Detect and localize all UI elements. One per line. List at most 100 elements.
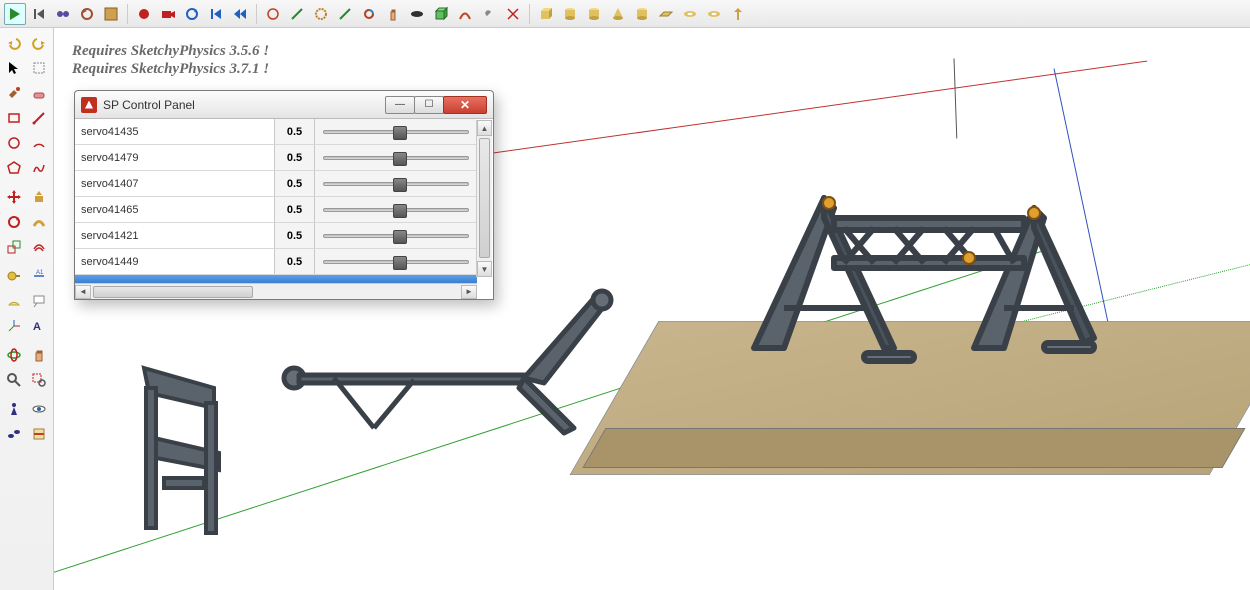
app-icon	[81, 97, 97, 113]
sp-control-panel-window[interactable]: SP Control Panel — ☐ ✕ servo41435 0.5 se…	[74, 90, 494, 300]
servo-name[interactable]: servo41435	[75, 119, 275, 144]
zoomwin-icon[interactable]	[27, 367, 52, 392]
play-icon[interactable]	[4, 3, 26, 25]
arc-icon[interactable]	[454, 3, 476, 25]
red-dot-icon[interactable]	[133, 3, 155, 25]
3dtext-icon[interactable]: A	[27, 313, 52, 338]
servo-value[interactable]: 0.5	[275, 223, 315, 248]
paint-icon[interactable]	[2, 80, 27, 105]
prev-icon[interactable]	[229, 3, 251, 25]
redo-icon[interactable]	[27, 30, 52, 55]
cone-icon[interactable]	[607, 3, 629, 25]
scroll-down-icon[interactable]: ▼	[477, 261, 492, 277]
camera-icon[interactable]	[157, 3, 179, 25]
line-red-icon[interactable]	[27, 105, 52, 130]
move-icon[interactable]	[2, 184, 27, 209]
pushpull-icon[interactable]	[27, 184, 52, 209]
arc-tool-icon[interactable]	[27, 130, 52, 155]
servo-value[interactable]: 0.5	[275, 171, 315, 196]
dimension-icon[interactable]: A1	[27, 263, 52, 288]
servo-name[interactable]: servo41449	[75, 249, 275, 274]
physics-notice: Requires SketchyPhysics 3.5.6 ! Requires…	[72, 42, 269, 78]
panel-hscroll[interactable]: ◄ ►	[75, 283, 477, 299]
rewind-icon[interactable]	[76, 3, 98, 25]
panel-titlebar[interactable]: SP Control Panel — ☐ ✕	[75, 91, 493, 119]
servo-slider[interactable]	[315, 249, 477, 274]
servo-slider[interactable]	[315, 119, 477, 144]
hscroll-thumb[interactable]	[93, 286, 253, 298]
minimize-button[interactable]: —	[385, 96, 415, 114]
line2-icon[interactable]	[334, 3, 356, 25]
servo-value[interactable]: 0.5	[275, 197, 315, 222]
servo-row: servo41407 0.5	[75, 171, 477, 197]
wrench-icon[interactable]	[478, 3, 500, 25]
scissors-icon[interactable]	[502, 3, 524, 25]
box-yellow-icon[interactable]	[535, 3, 557, 25]
polygon-icon[interactable]	[2, 155, 27, 180]
vscroll-thumb[interactable]	[479, 138, 490, 258]
undo-icon[interactable]	[2, 30, 27, 55]
servo-name[interactable]: servo41465	[75, 197, 275, 222]
rectangle-icon[interactable]	[2, 105, 27, 130]
rotate-icon[interactable]	[2, 209, 27, 234]
servo-name[interactable]: servo41407	[75, 171, 275, 196]
offset-icon[interactable]	[27, 234, 52, 259]
scale-icon[interactable]	[2, 234, 27, 259]
scroll-left-icon[interactable]: ◄	[75, 285, 91, 299]
component-icon[interactable]	[27, 55, 52, 80]
scroll-right-icon[interactable]: ►	[461, 285, 477, 299]
servo-name[interactable]: servo41421	[75, 223, 275, 248]
tape-icon[interactable]	[2, 263, 27, 288]
torus-icon[interactable]	[679, 3, 701, 25]
plane-icon[interactable]	[655, 3, 677, 25]
pan-icon[interactable]	[27, 342, 52, 367]
line-icon[interactable]	[286, 3, 308, 25]
push-icon[interactable]	[727, 3, 749, 25]
hand-icon[interactable]	[382, 3, 404, 25]
eraser-icon[interactable]	[27, 80, 52, 105]
servo-slider[interactable]	[315, 145, 477, 170]
position-icon[interactable]	[2, 396, 27, 421]
walk-icon[interactable]	[2, 421, 27, 446]
followme-icon[interactable]	[27, 209, 52, 234]
cylinder2-icon[interactable]	[583, 3, 605, 25]
servo-slider[interactable]	[315, 171, 477, 196]
servo-slider[interactable]	[315, 197, 477, 222]
step-back-icon[interactable]	[28, 3, 50, 25]
refresh-icon[interactable]	[181, 3, 203, 25]
oval-icon[interactable]	[406, 3, 428, 25]
cylinder3-icon[interactable]	[631, 3, 653, 25]
protractor-icon[interactable]	[2, 288, 27, 313]
select-icon[interactable]	[2, 55, 27, 80]
scroll-up-icon[interactable]: ▲	[477, 120, 492, 136]
cylinder-icon[interactable]	[559, 3, 581, 25]
panel-vscroll[interactable]: ▲ ▼	[476, 120, 492, 277]
selection-highlight	[75, 275, 477, 283]
servo-slider[interactable]	[315, 223, 477, 248]
panel-body: servo41435 0.5 servo41479 0.5 servo41407…	[75, 119, 493, 299]
settings-icon[interactable]	[100, 3, 122, 25]
axis-red	[454, 61, 1147, 159]
close-button[interactable]: ✕	[443, 96, 487, 114]
zoom-icon[interactable]	[2, 367, 27, 392]
first-icon[interactable]	[205, 3, 227, 25]
circle-icon[interactable]	[262, 3, 284, 25]
servo-value[interactable]: 0.5	[275, 249, 315, 274]
section-icon[interactable]	[27, 421, 52, 446]
maximize-button[interactable]: ☐	[414, 96, 444, 114]
gear-icon[interactable]	[310, 3, 332, 25]
orbit-icon[interactable]	[2, 342, 27, 367]
record-icon[interactable]	[52, 3, 74, 25]
sync-icon[interactable]	[358, 3, 380, 25]
servo-value[interactable]: 0.5	[275, 119, 315, 144]
axes-icon[interactable]	[2, 313, 27, 338]
torus2-icon[interactable]	[703, 3, 725, 25]
servo-name[interactable]: servo41479	[75, 145, 275, 170]
circle-tool-icon[interactable]	[2, 130, 27, 155]
box3d-icon[interactable]	[430, 3, 452, 25]
servo-value[interactable]: 0.5	[275, 145, 315, 170]
text-icon[interactable]	[27, 288, 52, 313]
freehand-icon[interactable]	[27, 155, 52, 180]
servo-row: servo41465 0.5	[75, 197, 477, 223]
look-icon[interactable]	[27, 396, 52, 421]
